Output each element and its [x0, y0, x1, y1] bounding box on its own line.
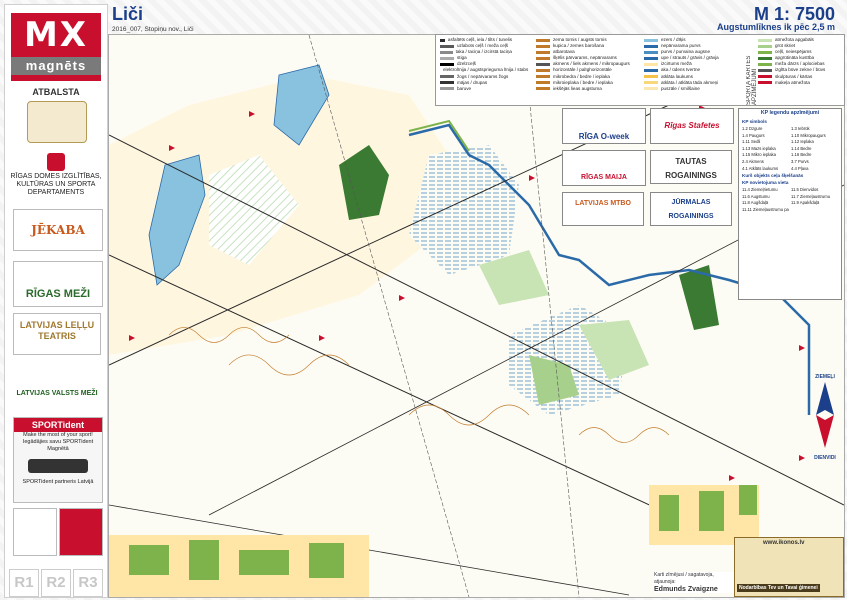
r2-box: R2: [41, 569, 71, 597]
map-title: Liči: [112, 4, 144, 24]
logo-mark: MX: [23, 15, 89, 55]
garden-5: [659, 495, 679, 531]
orienteering-map: [108, 34, 845, 598]
map-code-strip: 2016_007, Stopiņu nov., Liči: [112, 26, 194, 33]
cartographer-credit: Karti zīmējusi / sagatavoja, atjaunoja: …: [654, 572, 734, 593]
kp-item: 4.1 Atklāts laukums: [742, 165, 779, 171]
kp-item: 11.4 Ziemeļrietumu: [742, 187, 778, 193]
sponsor-emblem-right: [59, 508, 103, 556]
riga-crest-icon: [27, 101, 87, 143]
compass-icon: [816, 382, 834, 448]
event-tautas-rogainings: TAUTAS ROGAININGS: [650, 150, 732, 184]
kp-item: 11.7 Ziemeļaustrumu: [791, 193, 831, 199]
kp-item: 1.3 Iebrūk: [791, 126, 810, 131]
event-jurmalas-rogainings: JŪRMALAS ROGAININGS: [650, 192, 732, 226]
support-label: ATBALSTA: [32, 87, 80, 97]
sponsor-lellu-teatris: LATVIJAS LEĻĻU TEATRIS: [13, 313, 101, 355]
legend-side-title: SPORTA KARTES APZĪMĒJUMI: [746, 55, 758, 105]
logo-text: magnēts: [11, 57, 101, 75]
map-legend: asfaltēts ceļš, iela / tilts / tunelis u…: [435, 34, 845, 106]
legend-col-2: zema tornis / augsts tornis kupica / zem…: [536, 37, 636, 92]
garden-1: [129, 545, 169, 575]
sponsor-jekaba: JĒKABA ajutrica: [13, 209, 103, 251]
r1-box: R1: [9, 569, 39, 597]
event-rigas-maija: RĪGAS MAIJA: [562, 150, 646, 186]
kp-item: 3.7 Purvs: [791, 158, 809, 164]
control-description-legend: KP legendu apzīmējumi KP simbols 1.2 Dzg…: [738, 108, 842, 300]
south-label: DIENVIDI: [814, 455, 836, 461]
magnets-logo: MX magnēts: [11, 13, 101, 81]
legend-col-4: atmežota apgabāls grūt skriet ceļš, neie…: [758, 37, 842, 86]
kp-item: 1.10 Mikropaugurs: [791, 132, 826, 138]
kp-item: 11.11 Ziemeļaustrumu pakājā: [742, 206, 789, 212]
garden-7: [739, 485, 757, 515]
north-arrow: ZIEMEĻI DIENVIDI: [808, 374, 842, 464]
kp-grid-3: 11.4 Ziemeļrietumu 11.5 Dienvidos 11.6 A…: [739, 187, 841, 212]
kp-item: 1.15 Mikro ieplaka: [742, 152, 776, 158]
sportident-note: Iegādājies savu SPORTident Magnētā: [22, 439, 94, 452]
legend-item: iekšējās lieas augstuma: [553, 85, 602, 91]
kp-item: 11.5 Dienvidos: [791, 187, 819, 193]
kp-item: 1.13 Mazs ieplaka: [742, 145, 776, 151]
kp-section-3: KP novietojuma vieta: [742, 180, 789, 186]
legend-item: puszāle / smilšaine: [661, 85, 700, 91]
ad-text: Nodarbības Tev un Tavai ģimenei: [737, 584, 820, 592]
garden-6: [699, 491, 724, 531]
garden-4: [309, 543, 344, 578]
kp-item: 1.14 Bedre: [791, 145, 812, 151]
sponsor-rigas-mezi: RĪGAS MEŽI: [13, 261, 103, 307]
sponsor-sportident: SPORTident Make the most of your sport! …: [13, 417, 103, 503]
kp-item: 1.12 Ieplaka: [791, 139, 814, 145]
sponsor-sidebar: MX magnēts ATBALSTA RĪGAS DOMES IZGLĪTĪB…: [4, 4, 108, 598]
kp-item: 11.6 Augstumu: [742, 193, 770, 199]
kp-item: 2.4 Akmens: [742, 158, 764, 164]
event-latvijas-mtbo: LATVIJAS MTBO: [562, 192, 644, 226]
kp-item: 4.4 Pļava: [791, 165, 809, 171]
kp-item: 11.9 Apakšdaļā: [791, 200, 820, 206]
legend-col-3: ezers / dīķis nepārvarama purvs purvs / …: [644, 37, 740, 92]
contour-interval: Augstumlīknes ik pēc 2,5 m: [716, 22, 835, 32]
legend-col-1: asfaltēts ceļš, iela / tilts / tunelis u…: [440, 37, 528, 92]
legend-item: makeļa atmežota: [775, 79, 810, 85]
cartographer-label: Karti zīmējusi / sagatavoja, atjaunoja:: [654, 572, 714, 585]
garden-3: [239, 550, 289, 575]
sportident-partner: SPORTident partneris Latvijā: [22, 479, 94, 485]
kp-item: 11.8 Augšdaļā: [742, 200, 769, 206]
ad-url: www.ikonos.lv: [763, 540, 805, 546]
sportident-title: SPORTident: [14, 418, 102, 432]
sponsor-valsts-mezi: LATVIJAS VALSTS MEŽI: [13, 361, 101, 403]
kp-title: KP legendu apzīmējumi: [739, 109, 841, 117]
riga-dept-text: RĪGAS DOMES IZGLĪTĪBAS, KULTŪRAS UN SPOR…: [10, 173, 102, 196]
kp-item: 1.16 Bedre: [791, 152, 812, 158]
riga-dept-icon: [47, 153, 65, 171]
kp-section-2: Kurš objekts ceļa šķelšanās: [742, 173, 804, 179]
cartographer-name: Edmunds Zvaigzne: [654, 586, 718, 593]
ikonos-ad: www.ikonos.lv Nodarbības Tev un Tavai ģi…: [734, 537, 844, 597]
kp-grid-1: 1.2 Dzgure 1.3 Iebrūk 1.4 Paugurs 1.10 M…: [739, 126, 841, 171]
kp-item: 1.2 Dzgure: [742, 126, 763, 131]
garden-2: [189, 540, 219, 580]
r3-box: R3: [73, 569, 103, 597]
sponsor-emblem-left: [13, 508, 57, 556]
event-riga-o-week: RĪGA O-week: [562, 108, 646, 144]
legend-item: baruve: [457, 85, 472, 91]
kp-item: 1.11 Sedli: [742, 139, 761, 145]
sportident-slogan: Make the most of your sport!: [23, 432, 93, 438]
map-header: Liči 2016_007, Stopiņu nov., Liči M 1: 7…: [108, 4, 843, 33]
kp-item: 1.4 Paugurs: [742, 132, 765, 138]
event-rigas-stafetes: Rīgas Stafetes: [650, 108, 734, 144]
sportident-stick-icon: [28, 459, 88, 473]
kp-section-1: KP simbols: [742, 119, 767, 124]
event-logos: RĪGA O-week Rīgas Stafetes RĪGAS MAIJA T…: [562, 108, 734, 226]
